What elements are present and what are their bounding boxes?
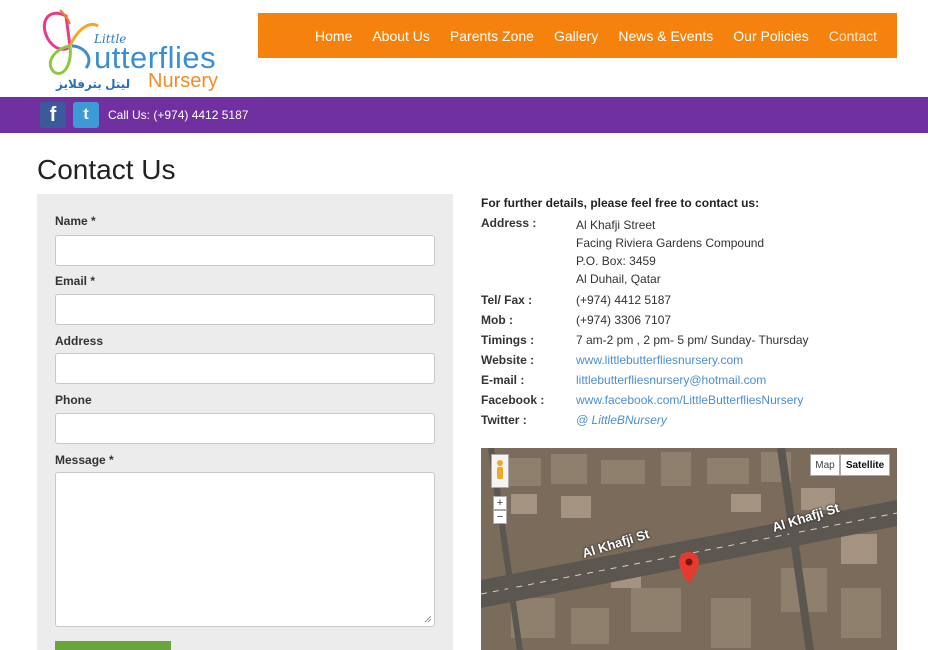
nav-news-events[interactable]: News & Events xyxy=(618,28,713,44)
map-marker-icon[interactable] xyxy=(679,552,699,584)
name-label: Name * xyxy=(55,214,96,228)
email-link[interactable]: littlebutterfliesnursery@hotmail.com xyxy=(576,373,766,387)
twitter-icon[interactable]: t xyxy=(73,102,99,128)
tel-key: Tel/ Fax : xyxy=(481,293,533,307)
twitter-link[interactable]: @ LittleBNursery xyxy=(576,413,667,427)
email-label: Email * xyxy=(55,274,96,288)
contact-details: For further details, please feel free to… xyxy=(481,196,901,430)
satellite-view-button[interactable]: Satellite xyxy=(840,454,890,476)
address-line: P.O. Box: 3459 xyxy=(576,254,656,268)
zoom-in-button[interactable]: + xyxy=(493,496,507,510)
message-label: Message * xyxy=(55,453,114,467)
facebook-link[interactable]: www.facebook.com/LittleButterfliesNurser… xyxy=(576,393,803,407)
map-view-button[interactable]: Map xyxy=(810,454,840,476)
satellite-imagery xyxy=(481,448,897,650)
mob-value: (+974) 3306 7107 xyxy=(576,313,672,327)
contact-form: Name * Email * Address Phone Message * xyxy=(37,194,453,650)
top-info-bar: f t Call Us: (+974) 4412 5187 xyxy=(0,97,928,133)
street-view-pegman-icon[interactable] xyxy=(491,454,509,488)
address-label: Address xyxy=(55,334,104,348)
address-line: Al Duhail, Qatar xyxy=(576,272,661,286)
timings-value: 7 am-2 pm , 2 pm- 5 pm/ Sunday- Thursday xyxy=(576,333,809,347)
facebook-key: Facebook : xyxy=(481,393,545,407)
reset-button[interactable] xyxy=(113,641,171,650)
website-link[interactable]: www.littlebutterfliesnursery.com xyxy=(576,353,743,367)
nav-about-us[interactable]: About Us xyxy=(372,28,430,44)
page-title: Contact Us xyxy=(37,154,176,185)
phone-label: Phone xyxy=(55,393,92,407)
email-input[interactable] xyxy=(55,294,435,325)
logo-arabic-text: ليتل بترفلايز xyxy=(56,77,131,91)
call-us-text: Call Us: (+974) 4412 5187 xyxy=(108,108,249,122)
mob-key: Mob : xyxy=(481,313,513,327)
location-map[interactable]: + − Map Satellite Al Khafji St Al Khafji… xyxy=(481,448,897,650)
twitter-key: Twitter : xyxy=(481,413,527,427)
nav-home[interactable]: Home xyxy=(315,28,352,44)
main-nav: Home About Us Parents Zone Gallery News … xyxy=(258,13,897,58)
nav-gallery[interactable]: Gallery xyxy=(554,28,598,44)
address-key: Address : xyxy=(481,216,537,230)
contact-heading: For further details, please feel free to… xyxy=(481,196,760,210)
nav-parents-zone[interactable]: Parents Zone xyxy=(450,28,534,44)
email-key: E-mail : xyxy=(481,373,525,387)
nav-contact[interactable]: Contact xyxy=(829,28,877,44)
resize-grip-icon[interactable] xyxy=(423,614,431,622)
zoom-out-button[interactable]: − xyxy=(493,510,507,524)
address-line: Al Khafji Street xyxy=(576,218,656,232)
website-key: Website : xyxy=(481,353,535,367)
nav-our-policies[interactable]: Our Policies xyxy=(733,28,808,44)
site-logo[interactable]: Little utterflies ليتل بترفلايز Nursery xyxy=(36,6,232,94)
name-input[interactable] xyxy=(55,235,435,266)
logo-nursery-text: Nursery xyxy=(148,70,219,92)
tel-value: (+974) 4412 5187 xyxy=(576,293,672,307)
address-input[interactable] xyxy=(55,353,435,384)
message-textarea[interactable] xyxy=(55,472,435,627)
timings-key: Timings : xyxy=(481,333,535,347)
submit-button[interactable] xyxy=(55,641,113,650)
phone-input[interactable] xyxy=(55,413,435,444)
address-line: Facing Riviera Gardens Compound xyxy=(576,236,765,250)
facebook-icon[interactable]: f xyxy=(40,102,66,128)
